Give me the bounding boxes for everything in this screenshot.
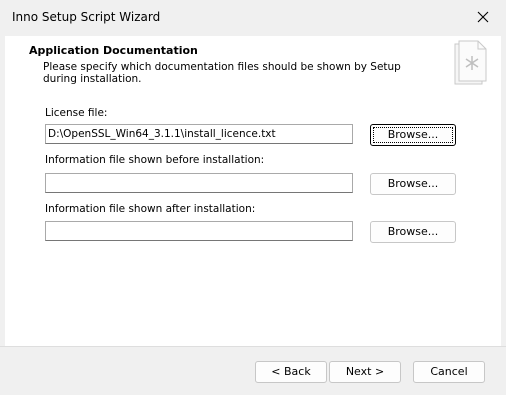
info-after-input[interactable]: [45, 221, 353, 241]
close-button[interactable]: [460, 0, 506, 34]
info-after-browse-button[interactable]: Browse...: [370, 221, 456, 243]
wizard-footer: < Back Next > Cancel: [0, 346, 506, 395]
info-after-label: Information file shown after installatio…: [45, 203, 256, 215]
document-wizard-icon: [454, 40, 487, 85]
wizard-content: License file: D:\OpenSSL_Win64_3.1.1\ins…: [5, 98, 501, 346]
close-icon: [477, 11, 489, 23]
page-description: Please specify which documentation files…: [43, 61, 401, 85]
window-title: Inno Setup Script Wizard: [12, 10, 161, 24]
info-before-label: Information file shown before installati…: [45, 154, 265, 166]
next-button[interactable]: Next >: [329, 361, 401, 383]
page-title: Application Documentation: [29, 44, 198, 57]
license-file-label: License file:: [45, 107, 108, 119]
license-browse-button[interactable]: Browse...: [370, 124, 456, 146]
cancel-button[interactable]: Cancel: [413, 361, 485, 383]
info-before-browse-button[interactable]: Browse...: [370, 173, 456, 195]
wizard-header: Application Documentation Please specify…: [5, 36, 501, 99]
back-button[interactable]: < Back: [255, 361, 327, 383]
license-file-input[interactable]: D:\OpenSSL_Win64_3.1.1\install_licence.t…: [45, 124, 353, 144]
title-bar: Inno Setup Script Wizard: [0, 0, 506, 36]
info-before-input[interactable]: [45, 173, 353, 193]
